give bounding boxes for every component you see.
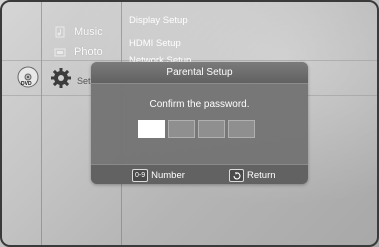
menu-item-music[interactable]: Music <box>54 26 103 38</box>
photo-icon <box>54 46 66 58</box>
number-hint: 0-9 Number <box>132 169 185 182</box>
password-digit-box[interactable] <box>198 120 225 138</box>
password-input[interactable] <box>138 120 255 138</box>
return-icon <box>229 169 244 182</box>
password-digit-box[interactable] <box>168 120 195 138</box>
player-screen: Music Photo DVD Set Display Setup HDMI S… <box>0 0 379 247</box>
number-label: Number <box>151 170 185 181</box>
return-label: Return <box>247 170 276 181</box>
password-digit-box[interactable] <box>228 120 255 138</box>
disc-icon: DVD <box>17 66 39 88</box>
submenu-item-display-setup[interactable]: Display Setup <box>129 15 188 26</box>
disc-label: DVD <box>21 81 32 87</box>
dialog-body: Confirm the password. <box>91 84 308 164</box>
menu-item-setup-label[interactable]: Set <box>77 76 91 86</box>
dialog-footer: 0-9 Number Return <box>91 164 308 184</box>
menu-item-photo[interactable]: Photo <box>54 46 103 58</box>
menu-item-label: Music <box>74 26 103 38</box>
parental-setup-dialog: Parental Setup Confirm the password. 0-9… <box>91 62 308 184</box>
number-key-icon: 0-9 <box>132 169 149 182</box>
password-digit-box[interactable] <box>138 120 165 138</box>
dialog-message: Confirm the password. <box>149 99 250 110</box>
menu-item-label: Photo <box>74 46 103 58</box>
return-button[interactable]: Return <box>229 169 276 182</box>
submenu-item-hdmi-setup[interactable]: HDMI Setup <box>129 38 181 49</box>
gear-icon[interactable] <box>50 67 72 89</box>
dialog-title: Parental Setup <box>91 62 308 84</box>
music-icon <box>54 26 66 38</box>
